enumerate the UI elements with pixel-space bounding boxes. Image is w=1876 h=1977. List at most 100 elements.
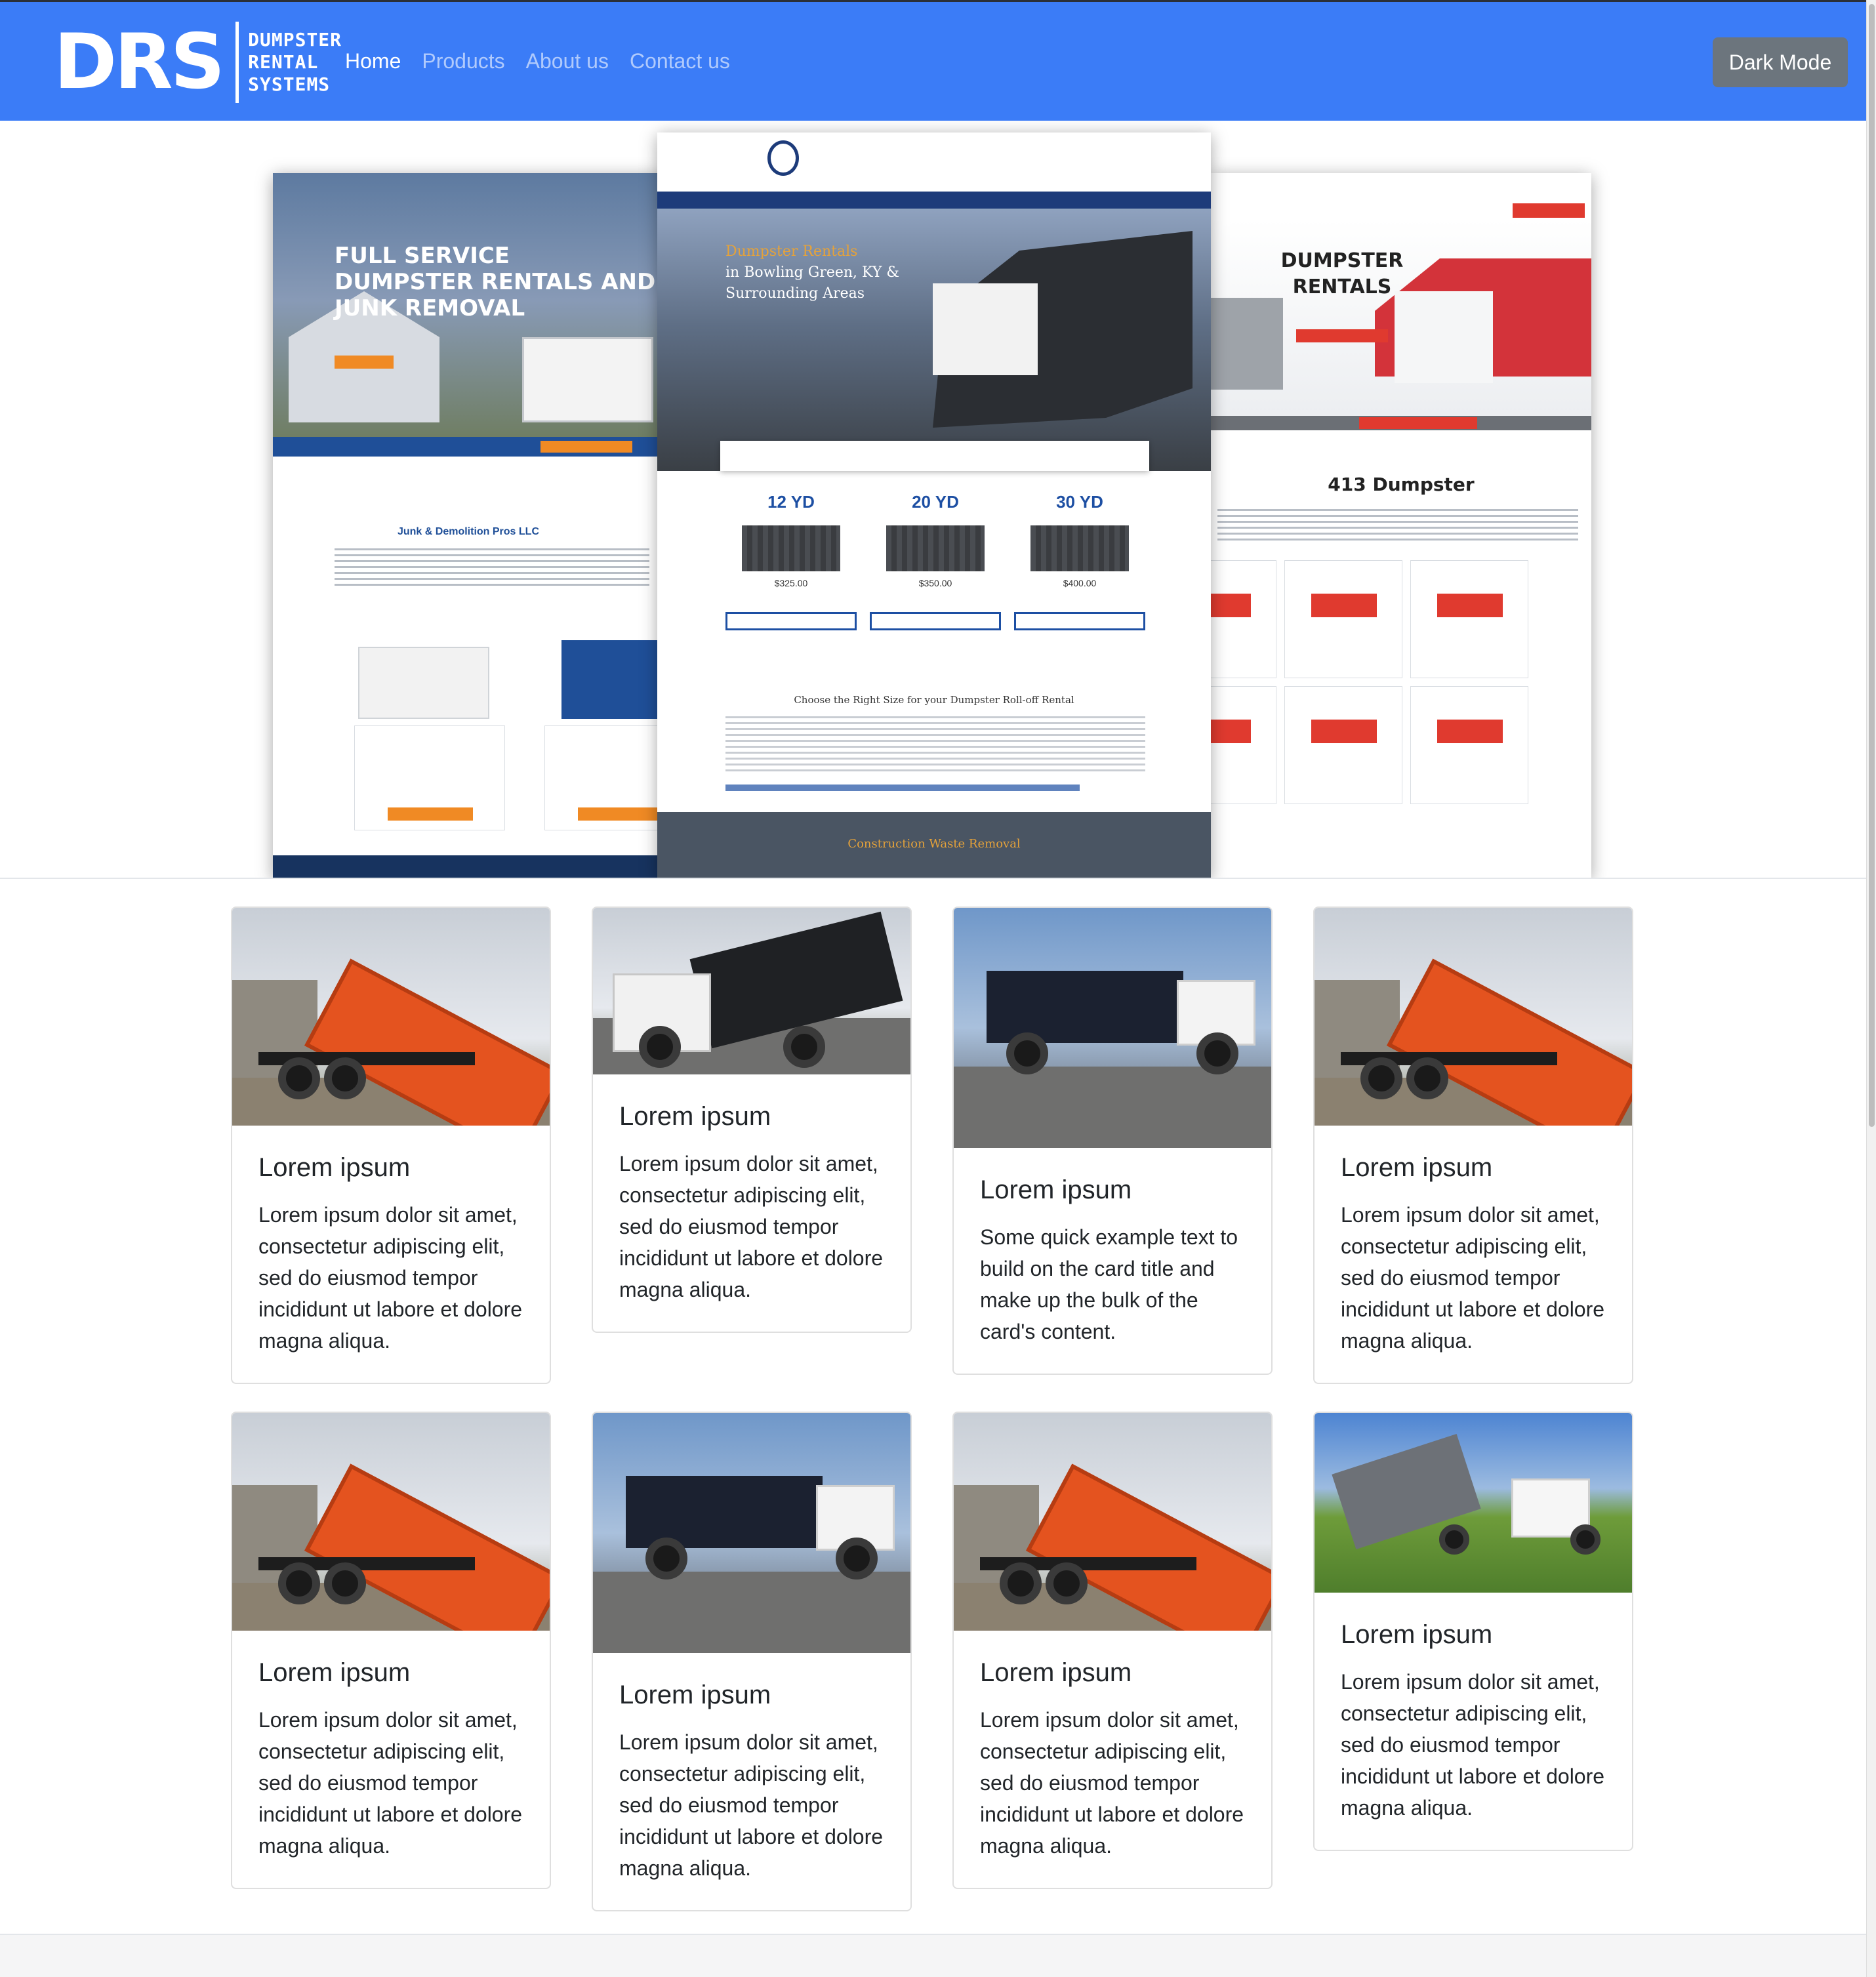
left-strip-cta [540,441,632,453]
wheel-shape [1000,1562,1042,1604]
card-body: Lorem ipsum Lorem ipsum dolor sit amet, … [593,1074,910,1332]
card-title: Lorem ipsum [980,1175,1132,1204]
left-company: Junk & Demolition Pros LLC [397,526,539,537]
card-row: Lorem ipsum Lorem ipsum dolor sit amet, … [231,907,1635,1384]
wheel-shape [783,1026,825,1068]
left-cta [335,356,394,369]
right-paragraph-lines [1217,509,1578,540]
size-price: $400.00 [1063,578,1097,588]
dumpster-icon [742,525,840,571]
right-strip-cta [1359,417,1477,429]
dark-mode-button[interactable]: Dark Mode [1713,37,1848,87]
dumpster-shape [522,337,653,422]
card-image-rolloff-truck [954,908,1271,1148]
card-title: Lorem ipsum [258,1153,411,1182]
wheel-shape [1360,1057,1402,1099]
footer-bar [0,1934,1866,1977]
wheel-shape [1439,1524,1469,1555]
card-image-orange-dumpster [232,908,550,1126]
right-product-cell [1284,560,1402,678]
middle-footer-text: Construction Waste Removal [847,837,1021,851]
card-text: Some quick example text to build on the … [980,1225,1238,1343]
book-online-button [725,612,857,630]
nav-link-home[interactable]: Home [345,49,401,73]
middle-choose-text: Choose the Right Size for your Dumpster … [794,694,1074,706]
size-price: $325.00 [774,578,808,588]
nav-link-products[interactable]: Products [422,49,504,73]
left-paragraph-lines [335,548,649,588]
nav-link-contact[interactable]: Contact us [630,49,730,73]
nav-link-about[interactable]: About us [526,49,609,73]
right-product-cell [1284,686,1402,804]
right-headline: DUMPSTER RENTALS [1280,249,1404,298]
logo-words: DUMPSTER RENTAL SYSTEMS [248,29,342,96]
right-cta [1513,203,1585,218]
vertical-scrollbar[interactable] [1866,0,1876,1977]
wheel-shape [645,1538,687,1580]
card-body: Lorem ipsum Some quick example text to b… [954,1148,1271,1374]
truck-cab-shape [933,283,1038,375]
card-title: Lorem ipsum [619,1681,771,1709]
size-price: $350.00 [918,578,952,588]
right-product-cell [1410,686,1528,804]
card-row: Lorem ipsum Lorem ipsum dolor sit amet, … [231,1412,1635,1911]
card-text: Lorem ipsum dolor sit amet, consectetur … [258,1708,523,1858]
dumpster-icon [1030,525,1129,571]
wheel-shape [278,1562,320,1604]
star-badge-icon [767,140,799,176]
right-hero-button [1296,329,1388,342]
wheel-shape [836,1538,878,1580]
card-body: Lorem ipsum Lorem ipsum dolor sit amet, … [954,1631,1271,1888]
card-title: Lorem ipsum [980,1658,1132,1687]
left-footer [273,855,664,878]
hero-screenshot-middle: Dumpster Rentals in Bowling Green, KY & … [657,132,1211,878]
ground-shape [593,1571,910,1653]
wheel-shape [278,1057,320,1099]
left-service-card [354,725,505,830]
black-dumpster-shape [626,1476,823,1548]
right-product-cell [1211,560,1276,678]
card-text: Lorem ipsum dolor sit amet, consectetur … [619,1152,884,1301]
middle-headline-accent: Dumpster Rentals [725,243,858,260]
wheel-shape [324,1562,366,1604]
card: Lorem ipsum Lorem ipsum dolor sit amet, … [592,907,912,1333]
card-body: Lorem ipsum Lorem ipsum dolor sit amet, … [232,1126,550,1383]
middle-topbar [657,132,1211,192]
middle-headline-rest: in Bowling Green, KY & Surrounding Areas [725,264,899,302]
card-body: Lorem ipsum Lorem ipsum dolor sit amet, … [593,1653,910,1910]
ground-shape [954,1066,1271,1148]
card-image-hooklift-truck [1315,1413,1632,1593]
logo-letters: DRS [54,18,225,106]
wheel-shape [639,1026,681,1068]
logo-line: DUMPSTER [248,29,342,51]
wheel-shape [1406,1057,1448,1099]
card-body: Lorem ipsum Lorem ipsum dolor sit amet, … [1315,1126,1632,1383]
book-online-button [870,612,1001,630]
hero-screenshot-right: DUMPSTER RENTALS 413 Dumpster [1211,173,1591,878]
left-card-button [578,807,663,821]
dumpster-icon [886,525,985,571]
card: Lorem ipsum Lorem ipsum dolor sit amet, … [1313,1412,1633,1851]
card-grid: Lorem ipsum Lorem ipsum dolor sit amet, … [231,907,1635,1939]
black-dumpster-shape [987,971,1183,1043]
card: Lorem ipsum Lorem ipsum dolor sit amet, … [592,1412,912,1911]
right-title: 413 Dumpster [1328,474,1475,495]
brand-logo[interactable]: DRS DUMPSTER RENTAL SYSTEMS [54,20,342,104]
hero-collage: FULL SERVICE DUMPSTER RENTALS AND JUNK R… [0,121,1866,879]
card-body: Lorem ipsum Lorem ipsum dolor sit amet, … [232,1631,550,1888]
left-card-button [388,807,473,821]
card: Lorem ipsum Lorem ipsum dolor sit amet, … [231,907,551,1384]
card-text: Lorem ipsum dolor sit amet, consectetur … [1341,1203,1605,1353]
wheel-shape [1196,1032,1238,1074]
card-image-orange-dumpster [1315,908,1632,1126]
middle-nav [657,192,1211,209]
middle-contact-bar [720,441,1149,471]
card-title: Lorem ipsum [1341,1153,1493,1182]
size-label: 20 YD [912,492,959,512]
navbar: DRS DUMPSTER RENTAL SYSTEMS Home Product… [0,0,1866,121]
wheel-shape [1006,1032,1048,1074]
right-product-cell [1211,686,1276,804]
size-label: 12 YD [767,492,815,512]
card-text: Lorem ipsum dolor sit amet, consectetur … [1341,1670,1605,1820]
scrollbar-thumb[interactable] [1869,4,1875,1127]
